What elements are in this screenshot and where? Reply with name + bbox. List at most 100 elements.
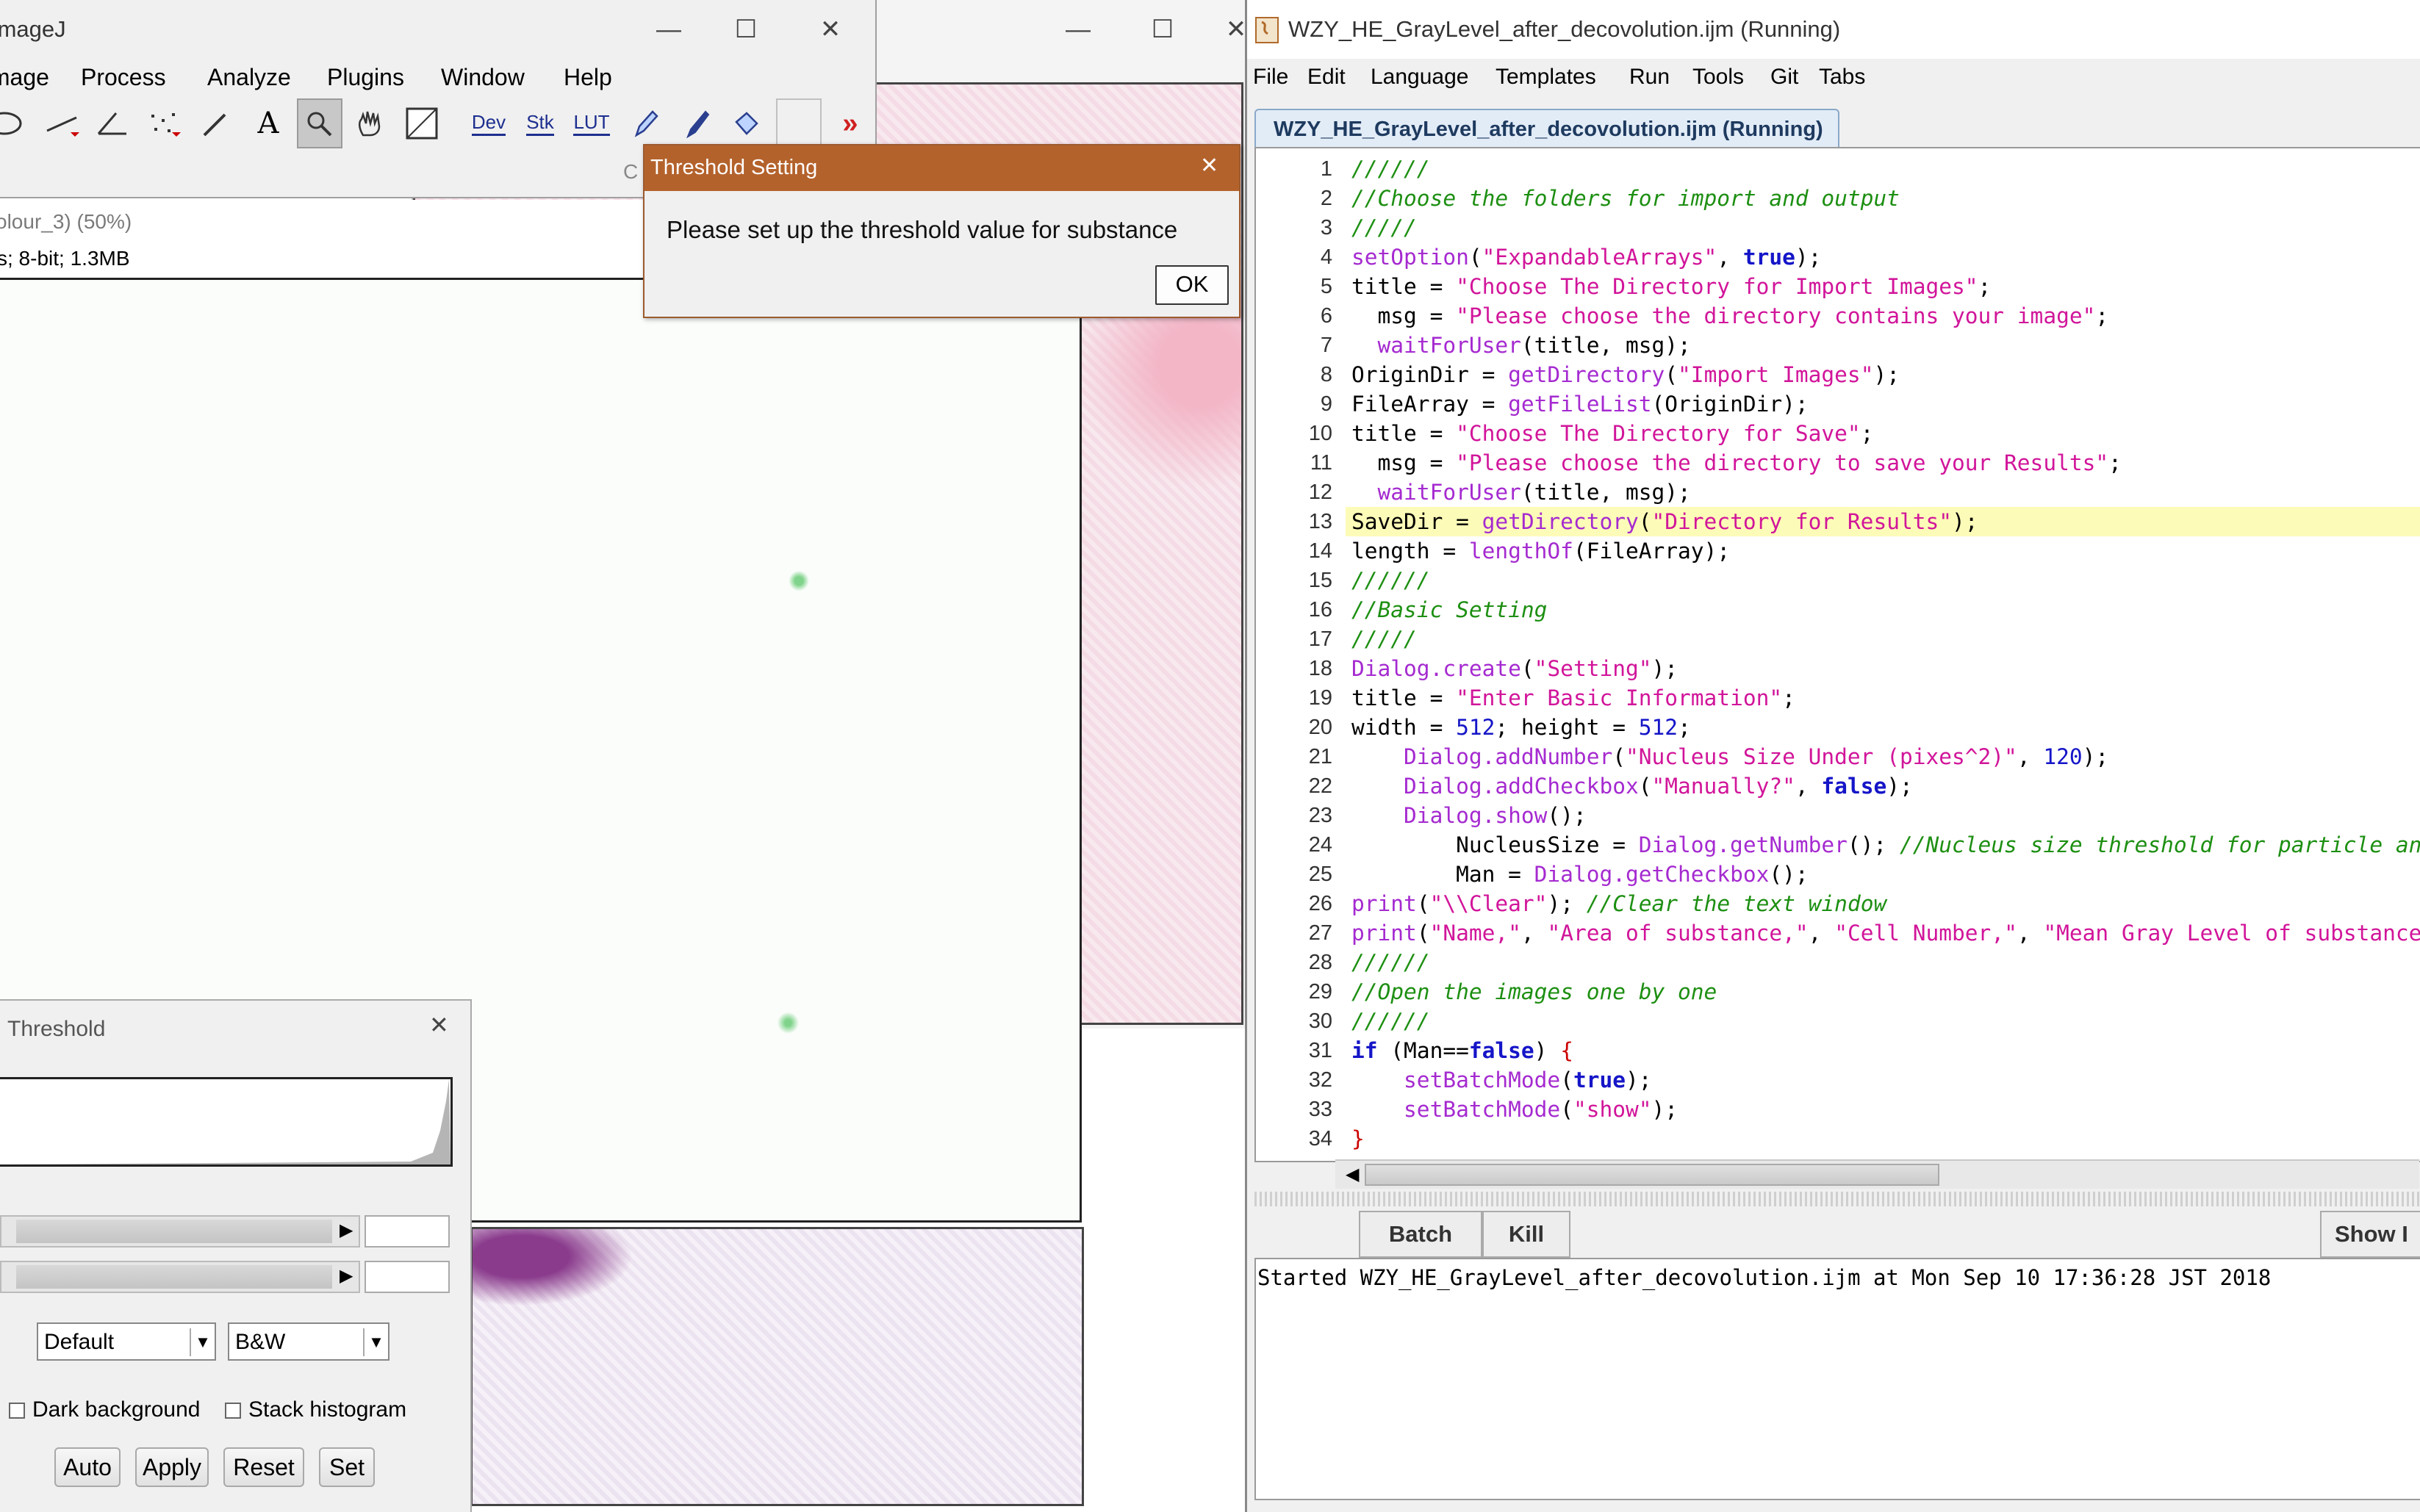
scrollbar-thumb[interactable]	[1365, 1164, 1939, 1186]
auto-button[interactable]: Auto	[54, 1447, 121, 1487]
method-select[interactable]: Default ▼	[37, 1322, 216, 1361]
code-line: /////	[1351, 215, 1417, 240]
image-info: s; 8-bit; 1.3MB	[0, 247, 130, 270]
chevron-down-icon: ▼	[190, 1328, 215, 1356]
threshold-histogram	[0, 1077, 453, 1167]
menu-process[interactable]: Process	[81, 59, 166, 96]
imagej-toolbar: A Dev Stk LUT »	[0, 98, 875, 150]
slider-track	[16, 1265, 332, 1289]
menu-templates[interactable]: Templates	[1496, 59, 1596, 96]
mode-select[interactable]: B&W ▼	[228, 1322, 389, 1361]
dev-menu-icon[interactable]: Dev	[466, 98, 511, 148]
max-threshold-slider[interactable]: ▶	[0, 1261, 360, 1293]
code-line: title = "Choose The Directory for Save";	[1351, 421, 1874, 446]
minimize-button[interactable]: —	[1030, 0, 1126, 59]
pencil-icon[interactable]	[622, 98, 667, 148]
code-line: Dialog.addNumber("Nucleus Size Under (pi…	[1404, 744, 2109, 769]
min-threshold-slider[interactable]: ▶	[0, 1215, 360, 1248]
java-icon	[1255, 17, 1279, 43]
menu-tools[interactable]: Tools	[1692, 59, 1744, 96]
scroll-left-arrow-icon[interactable]: ◀	[1346, 1164, 1359, 1185]
ok-button[interactable]: OK	[1155, 265, 1229, 305]
lower-tissue-image	[470, 1227, 1084, 1506]
code-line: //////	[1351, 568, 1430, 593]
angle-tool-icon[interactable]	[90, 98, 135, 148]
freehand-selection-icon[interactable]	[0, 98, 31, 148]
kill-button[interactable]: Kill	[1482, 1211, 1570, 1258]
stack-histogram-checkbox[interactable]: Stack histogram	[225, 1397, 406, 1422]
imagej-minimize-button[interactable]: —	[632, 0, 705, 59]
color-picker-icon[interactable]	[400, 98, 445, 148]
code-line: waitForUser(title, msg);	[1377, 480, 1691, 505]
code-line: Man = Dialog.getCheckbox();	[1351, 862, 1809, 887]
code-content: ////// //Choose the folders for import an…	[1256, 154, 2420, 1161]
dialog-close-icon[interactable]: ✕	[1200, 153, 1218, 179]
threshold-close-icon[interactable]: ✕	[429, 1011, 449, 1039]
batch-button[interactable]: Batch	[1359, 1211, 1482, 1258]
menu-file[interactable]: File	[1253, 59, 1288, 96]
maximize-button[interactable]: ☐	[1119, 0, 1207, 59]
multi-point-icon[interactable]	[141, 98, 187, 148]
horizontal-scrollbar[interactable]: ◀	[1335, 1159, 2419, 1189]
blank-tool-icon[interactable]	[776, 98, 822, 148]
flood-fill-icon[interactable]	[725, 98, 770, 148]
checkbox-box	[225, 1403, 241, 1419]
method-value: Default	[44, 1330, 115, 1354]
hand-tool-icon[interactable]	[348, 98, 394, 148]
lut-menu-icon[interactable]: LUT	[569, 98, 614, 148]
code-editor[interactable]: 1 2 3 4 5 6 7 8 9 10 11 12 13 14 15 16 17 18 19 20 21 22 23 24 2…	[1254, 147, 2420, 1162]
dialog-title: Threshold Setting	[650, 156, 818, 179]
dialog-message: Please set up the threshold value for su…	[667, 216, 1178, 243]
more-tools-icon[interactable]: »	[827, 98, 873, 148]
code-line: length = lengthOf(FileArray);	[1351, 539, 1731, 564]
code-line: title = "Choose The Directory for Import…	[1351, 274, 1992, 299]
imagej-close-button[interactable]: ✕	[794, 0, 867, 59]
menu-analyze[interactable]: Analyze	[207, 59, 291, 96]
code-line: msg = "Please choose the directory conta…	[1351, 303, 2109, 328]
imagej-menu-bar: Image Process Analyze Plugins Window Hel…	[0, 59, 875, 96]
menu-image[interactable]: Image	[0, 59, 49, 96]
menu-window[interactable]: Window	[441, 59, 525, 96]
slider-right-arrow-icon[interactable]: ▶	[340, 1220, 353, 1241]
editor-menu-bar: File Edit Language Templates Run Tools G…	[1247, 59, 2420, 96]
splitter-handle[interactable]	[1254, 1192, 2420, 1206]
code-line: Dialog.create("Setting");	[1351, 656, 1678, 681]
straight-line-icon[interactable]	[40, 98, 85, 148]
apply-button[interactable]: Apply	[135, 1447, 209, 1487]
code-line: Dialog.show();	[1404, 803, 1587, 828]
min-threshold-value[interactable]	[365, 1215, 450, 1248]
imagej-maximize-button[interactable]: ☐	[705, 0, 786, 59]
editor-tab[interactable]: WZY_HE_GrayLevel_after_decovolution.ijm …	[1254, 109, 1839, 147]
code-line: //Basic Setting	[1351, 597, 1548, 622]
menu-edit[interactable]: Edit	[1307, 59, 1346, 96]
dark-background-label: Dark background	[32, 1397, 201, 1422]
set-button[interactable]: Set	[319, 1447, 375, 1487]
menu-help[interactable]: Help	[564, 59, 612, 96]
code-line: width = 512; height = 512;	[1351, 715, 1691, 740]
image-window-title: olour_3) (50%)	[0, 210, 132, 233]
code-line: NucleusSize = Dialog.getNumber(); //Nucl…	[1351, 832, 2420, 857]
menu-run[interactable]: Run	[1629, 59, 1670, 96]
dev-label: Dev	[471, 111, 506, 136]
brush-icon[interactable]	[673, 98, 719, 148]
code-line: FileArray = getFileList(OriginDir);	[1351, 392, 1809, 417]
lut-label: LUT	[573, 111, 610, 136]
code-line: //Open the images one by one	[1351, 979, 1717, 1004]
max-threshold-value[interactable]	[365, 1261, 450, 1293]
menu-git[interactable]: Git	[1770, 59, 1798, 96]
wand-tool-icon[interactable]	[194, 98, 240, 148]
slider-right-arrow-icon[interactable]: ▶	[340, 1265, 353, 1286]
show-button[interactable]: Show I	[2320, 1211, 2420, 1258]
code-line: Dialog.addCheckbox("Manually?", false);	[1404, 774, 1913, 799]
code-line: waitForUser(title, msg);	[1377, 333, 1691, 358]
magnifier-icon[interactable]	[297, 98, 342, 148]
reset-button[interactable]: Reset	[223, 1447, 304, 1487]
stacks-menu-icon[interactable]: Stk	[517, 98, 563, 148]
menu-language[interactable]: Language	[1371, 59, 1468, 96]
dark-background-checkbox[interactable]: Dark background	[9, 1397, 200, 1422]
text-tool-icon[interactable]: A	[245, 98, 291, 148]
stk-label: Stk	[526, 111, 554, 136]
menu-tabs[interactable]: Tabs	[1819, 59, 1865, 96]
menu-plugins[interactable]: Plugins	[327, 59, 404, 96]
stack-histogram-label: Stack histogram	[248, 1397, 407, 1422]
